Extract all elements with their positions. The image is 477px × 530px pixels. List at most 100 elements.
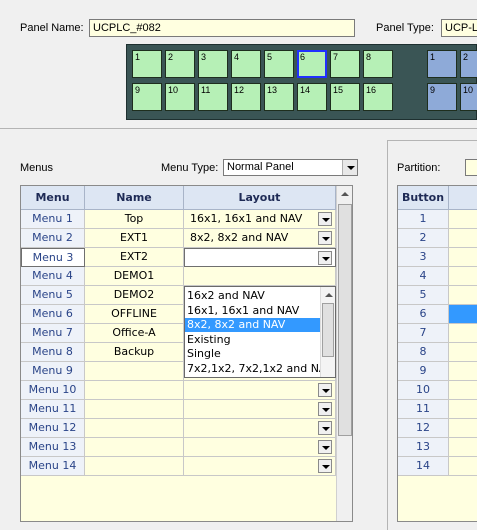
button-assignment-cell[interactable] [449, 305, 477, 324]
button-number-cell[interactable]: 6 [398, 305, 449, 324]
table-row[interactable]: Menu 12 [21, 419, 336, 438]
panel-button[interactable]: 7 [330, 50, 360, 78]
scroll-up-icon[interactable] [321, 287, 335, 304]
menu-name-cell[interactable] [85, 457, 184, 476]
table-row[interactable]: Menu 3 EXT2 [21, 248, 336, 267]
button-assignment-cell[interactable] [449, 210, 477, 229]
table-row[interactable]: 8 [398, 343, 477, 362]
table-row[interactable]: 7 [398, 324, 477, 343]
chevron-down-icon[interactable] [318, 212, 332, 226]
menus-scrollbar[interactable] [336, 186, 352, 521]
table-row[interactable]: 6 [398, 305, 477, 324]
dropdown-option[interactable]: 7x2,1x2, 7x2,1x2 and NAV [185, 362, 321, 376]
menu-row-header[interactable]: Menu 10 [21, 381, 85, 400]
layout-cell[interactable]: 16x1, 16x1 and NAV [184, 210, 336, 229]
chevron-down-icon[interactable] [318, 440, 332, 454]
dropdown-option[interactable]: 16x1, 16x1 and NAV [185, 304, 321, 318]
table-row[interactable]: 11 [398, 400, 477, 419]
panel-button[interactable]: 16 [363, 83, 393, 111]
partition-input[interactable] [465, 159, 477, 176]
layout-cell[interactable] [184, 400, 336, 419]
menu-name-cell[interactable]: Office-A [85, 324, 184, 343]
panel-button[interactable]: 1 [132, 50, 162, 78]
menu-row-header[interactable]: Menu 12 [21, 419, 85, 438]
table-row[interactable]: 1 [398, 210, 477, 229]
button-number-cell[interactable]: 5 [398, 286, 449, 305]
menu-name-cell[interactable] [85, 438, 184, 457]
menu-row-header[interactable]: Menu 11 [21, 400, 85, 419]
dropdown-option[interactable]: 16x2 and NAV [185, 289, 321, 303]
button-number-cell[interactable]: 8 [398, 343, 449, 362]
button-number-cell[interactable]: 13 [398, 438, 449, 457]
button-assignment-cell[interactable] [449, 381, 477, 400]
menu-name-cell[interactable] [85, 381, 184, 400]
panel-button[interactable]: 11 [198, 83, 228, 111]
menu-row-header[interactable]: Menu 5 [21, 286, 85, 305]
chevron-down-icon[interactable] [342, 160, 357, 175]
panel-button[interactable]: 1 [427, 50, 457, 78]
menu-name-cell[interactable]: Top [85, 210, 184, 229]
table-row[interactable]: 9 [398, 362, 477, 381]
panel-type-field[interactable]: UCP-LC [441, 19, 477, 37]
panel-button[interactable]: 10 [165, 83, 195, 111]
panel-button[interactable]: 15 [330, 83, 360, 111]
menu-row-header[interactable]: Menu 4 [21, 267, 85, 286]
button-assignment-cell[interactable] [449, 457, 477, 476]
chevron-down-icon[interactable] [318, 459, 332, 473]
table-row[interactable]: 12 [398, 419, 477, 438]
menu-name-cell[interactable]: EXT1 [85, 229, 184, 248]
menu-row-header[interactable]: Menu 14 [21, 457, 85, 476]
table-row[interactable]: 3 [398, 248, 477, 267]
button-number-cell[interactable]: 4 [398, 267, 449, 286]
panel-button[interactable]: 5 [264, 50, 294, 78]
table-row[interactable]: Menu 10 [21, 381, 336, 400]
button-number-cell[interactable]: 10 [398, 381, 449, 400]
layout-cell[interactable] [184, 457, 336, 476]
menu-name-cell[interactable] [85, 362, 184, 381]
button-assignment-cell[interactable] [449, 419, 477, 438]
layout-cell[interactable] [184, 438, 336, 457]
table-row[interactable]: Menu 14 [21, 457, 336, 476]
dropdown-option[interactable]: Single [185, 347, 321, 361]
scrollbar-thumb[interactable] [322, 303, 334, 357]
panel-button[interactable]: 13 [264, 83, 294, 111]
panel-button[interactable]: 10 [460, 83, 477, 111]
layout-cell[interactable]: 8x2, 8x2 and NAV [184, 229, 336, 248]
panel-button[interactable]: 9 [427, 83, 457, 111]
menu-name-cell[interactable] [85, 400, 184, 419]
panel-button[interactable]: 2 [165, 50, 195, 78]
button-number-cell[interactable]: 2 [398, 229, 449, 248]
chevron-down-icon[interactable] [318, 251, 332, 265]
button-number-cell[interactable]: 12 [398, 419, 449, 438]
scrollbar-thumb[interactable] [338, 204, 352, 436]
table-row[interactable]: 10 [398, 381, 477, 400]
button-column-header[interactable]: Button [398, 186, 449, 210]
menu-column-header[interactable]: Menu [21, 186, 85, 210]
menu-name-cell[interactable]: Backup [85, 343, 184, 362]
panel-name-input[interactable]: UCPLC_#082 [89, 19, 355, 37]
button-assignment-cell[interactable] [449, 286, 477, 305]
table-row[interactable]: 13 [398, 438, 477, 457]
layout-cell[interactable] [184, 267, 336, 286]
layout-dropdown-list[interactable]: 16x2 and NAV 16x1, 16x1 and NAV 8x2, 8x2 a… [184, 286, 336, 378]
button-number-cell[interactable]: 7 [398, 324, 449, 343]
table-row[interactable]: 14 [398, 457, 477, 476]
panel-button[interactable]: 9 [132, 83, 162, 111]
button-assignment-cell[interactable] [449, 267, 477, 286]
panel-button[interactable]: 6 [297, 50, 327, 78]
menu-name-cell[interactable]: DEMO2 [85, 286, 184, 305]
button-assignment-cell[interactable] [449, 438, 477, 457]
dropdown-option[interactable]: 8x2, 8x2 and NAV [185, 318, 321, 332]
chevron-down-icon[interactable] [318, 383, 332, 397]
table-row[interactable]: 5 [398, 286, 477, 305]
button-number-cell[interactable]: 9 [398, 362, 449, 381]
name-column-header[interactable]: Name [85, 186, 184, 210]
table-row[interactable]: Menu 2 EXT1 8x2, 8x2 and NAV [21, 229, 336, 248]
panel-button[interactable]: 4 [231, 50, 261, 78]
button-number-cell[interactable]: 1 [398, 210, 449, 229]
layout-cell[interactable] [184, 381, 336, 400]
panel-button[interactable]: 14 [297, 83, 327, 111]
panel-button[interactable]: 12 [231, 83, 261, 111]
column-header[interactable] [449, 186, 477, 210]
button-number-cell[interactable]: 3 [398, 248, 449, 267]
